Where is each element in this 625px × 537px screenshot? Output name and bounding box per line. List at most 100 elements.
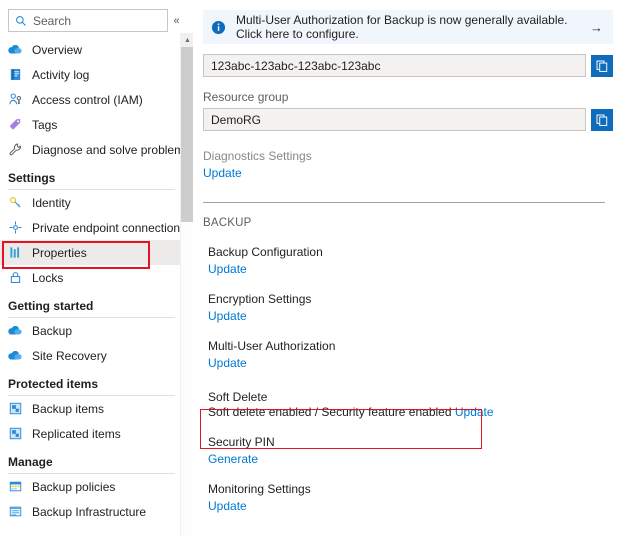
replicated-items-icon [8,426,23,441]
backup-infrastructure-icon [8,504,23,519]
backup-items-icon [8,401,23,416]
cloud-icon [8,42,23,57]
resource-group-field[interactable]: DemoRG [203,108,586,131]
diagnostics-settings-label: Diagnostics Settings [203,149,613,163]
lock-icon [8,270,23,285]
sidebar-item-label: Overview [32,43,82,57]
sidebar-item-overview[interactable]: Overview [0,37,193,62]
sidebar-item-label: Site Recovery [32,349,107,363]
sidebar-item-backup-infrastructure[interactable]: Backup Infrastructure [0,499,193,524]
sidebar-item-label: Properties [32,246,87,260]
sidebar-item-properties[interactable]: Properties [0,240,193,265]
sidebar-group-title: Getting started [8,299,183,317]
sidebar-item-label: Locks [32,271,63,285]
sidebar-item-label: Identity [32,196,71,210]
sidebar-item-site-recovery[interactable]: Site Recovery [0,343,193,368]
wrench-icon [8,142,23,157]
main-content: Multi-User Authorization for Backup is n… [193,0,625,537]
diagnostics-settings-update-link[interactable]: Update [203,166,242,180]
sidebar-item-label: Activity log [32,68,89,82]
monitoring-settings-update-link[interactable]: Update [208,499,247,513]
person-key-icon [8,92,23,107]
setting-security-pin: Security PIN Generate [203,435,613,466]
info-icon [211,20,226,35]
copy-icon [595,113,609,127]
collapse-sidebar-button[interactable]: « [168,9,185,32]
setting-name: Security PIN [208,435,613,449]
azure-portal-screen: « Overview Activity log [0,0,625,537]
copy-resource-group-button[interactable] [591,109,613,131]
encryption-settings-update-link[interactable]: Update [208,309,247,323]
soft-delete-status-text: Soft delete enabled / Security feature e… [208,405,452,419]
security-pin-generate-link[interactable]: Generate [208,452,258,466]
copy-icon [595,59,609,73]
sidebar: « Overview Activity log [0,0,193,537]
sidebar-item-diagnose[interactable]: Diagnose and solve problems [0,137,193,162]
backup-configuration-update-link[interactable]: Update [208,262,247,276]
search-input[interactable] [33,14,161,28]
setting-name: Soft Delete [208,390,613,404]
cloud-icon [8,323,23,338]
sidebar-item-activity-log[interactable]: Activity log [0,62,193,87]
setting-name: Monitoring Settings [208,482,613,496]
section-divider [203,202,605,203]
sidebar-group-manage: Manage [0,446,193,474]
sidebar-item-label: Backup policies [32,480,115,494]
sidebar-item-tags[interactable]: Tags [0,112,193,137]
sidebar-group-getting-started: Getting started [0,290,193,318]
sidebar-item-backup-policies[interactable]: Backup policies [0,474,193,499]
scroll-up-icon[interactable]: ▲ [181,33,193,47]
key-icon [8,195,23,210]
sidebar-item-private-endpoint-connections[interactable]: Private endpoint connections [0,215,193,240]
search-box[interactable] [8,9,168,32]
activity-log-icon [8,67,23,82]
setting-encryption-settings: Encryption Settings Update [203,292,613,323]
sidebar-group-title: Protected items [8,377,183,395]
vault-id-field[interactable]: 123abc-123abc-123abc-123abc [203,54,586,77]
tag-icon [8,117,23,132]
sidebar-item-label: Backup Infrastructure [32,505,146,519]
sidebar-item-backup[interactable]: Backup [0,318,193,343]
sidebar-item-label: Replicated items [32,427,121,441]
resource-group-label: Resource group [203,90,613,104]
properties-icon [8,245,23,260]
sidebar-group-title: Settings [8,171,183,189]
endpoint-icon [8,220,23,235]
sidebar-group-settings: Settings [0,162,193,190]
banner-text: Multi-User Authorization for Backup is n… [236,13,580,41]
sidebar-item-label: Tags [32,118,57,132]
mua-announcement-banner[interactable]: Multi-User Authorization for Backup is n… [203,10,613,44]
resource-group-row: DemoRG [203,108,613,131]
sidebar-item-label: Backup items [32,402,104,416]
copy-vault-id-button[interactable] [591,55,613,77]
sidebar-item-access-control[interactable]: Access control (IAM) [0,87,193,112]
cloud-icon [8,348,23,363]
sidebar-item-label: Backup [32,324,72,338]
backup-policies-icon [8,479,23,494]
backup-section-title: BACKUP [203,217,613,229]
setting-name: Multi-User Authorization [208,339,613,353]
sidebar-scrollbar[interactable]: ▲ [180,33,193,537]
sidebar-group-protected-items: Protected items [0,368,193,396]
sidebar-item-replicated-items[interactable]: Replicated items [0,421,193,446]
setting-name: Encryption Settings [208,292,613,306]
soft-delete-update-link[interactable]: Update [455,405,494,419]
setting-multi-user-authorization: Multi-User Authorization Update [203,339,613,370]
setting-soft-delete: Soft Delete Soft delete enabled / Securi… [203,390,613,419]
soft-delete-status: Soft delete enabled / Security feature e… [208,405,613,419]
search-icon [15,15,27,27]
scrollbar-thumb[interactable] [181,47,193,222]
multi-user-authorization-update-link[interactable]: Update [208,356,247,370]
sidebar-search-row: « [0,0,193,32]
sidebar-item-locks[interactable]: Locks [0,265,193,290]
arrow-right-icon: → [590,20,603,35]
sidebar-item-label: Diagnose and solve problems [32,143,190,157]
setting-backup-configuration: Backup Configuration Update [203,245,613,276]
sidebar-item-label: Access control (IAM) [32,93,143,107]
setting-name: Backup Configuration [208,245,613,259]
sidebar-item-backup-items[interactable]: Backup items [0,396,193,421]
vault-id-row: 123abc-123abc-123abc-123abc [203,54,613,77]
setting-monitoring-settings: Monitoring Settings Update [203,482,613,513]
sidebar-item-identity[interactable]: Identity [0,190,193,215]
sidebar-group-title: Manage [8,455,183,473]
